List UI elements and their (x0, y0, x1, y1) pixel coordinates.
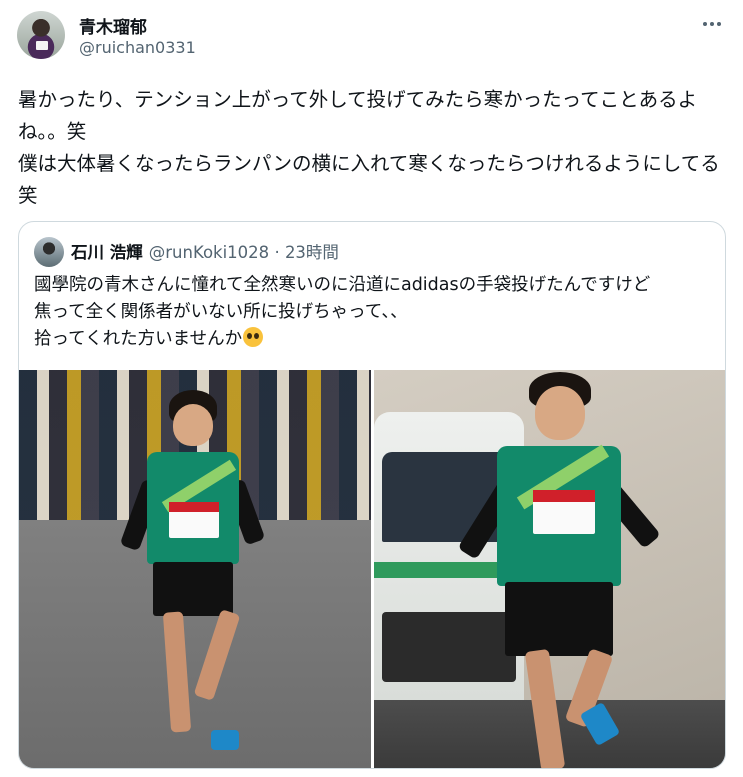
author-handle[interactable]: @ruichan0331 (79, 38, 196, 57)
tweet-text: 暑かったり、テンション上がって外して投げてみたら寒かったってことあるよね。。笑 … (18, 88, 720, 207)
author-display-name[interactable]: 青木瑠郁 (79, 13, 147, 38)
time-separator: · (274, 243, 280, 262)
quoted-tweet-text: 國學院の青木さんに憧れて全然寒いのに沿道にadidasの手袋投げたんですけど 焦… (34, 272, 714, 353)
photo-right[interactable] (374, 370, 725, 768)
pleading-face-icon (243, 327, 264, 347)
more-icon[interactable] (701, 14, 723, 34)
quoted-tweet-card[interactable]: 石川 浩輝 @runKoki1028 · 23時間 國學院の青木さんに憧れて全然寒… (18, 221, 726, 769)
quoted-author-name[interactable]: 石川 浩輝 (71, 243, 143, 262)
quoted-handle-text: @runKoki1028 (148, 243, 270, 262)
runner-figure-right (457, 370, 661, 768)
quoted-author-avatar[interactable] (34, 237, 64, 267)
quoted-author-handle: @runKoki1028 · 23時間 (149, 243, 339, 262)
photo-left[interactable] (19, 370, 371, 768)
quoted-text-content: 國學院の青木さんに憧れて全然寒いのに沿道にadidasの手袋投げたんですけど 焦… (34, 275, 651, 349)
quoted-tweet-header: 石川 浩輝 @runKoki1028 · 23時間 (71, 239, 339, 263)
runner-figure-left (119, 390, 269, 768)
author-avatar[interactable] (17, 11, 65, 59)
quoted-timestamp[interactable]: 23時間 (285, 243, 339, 262)
